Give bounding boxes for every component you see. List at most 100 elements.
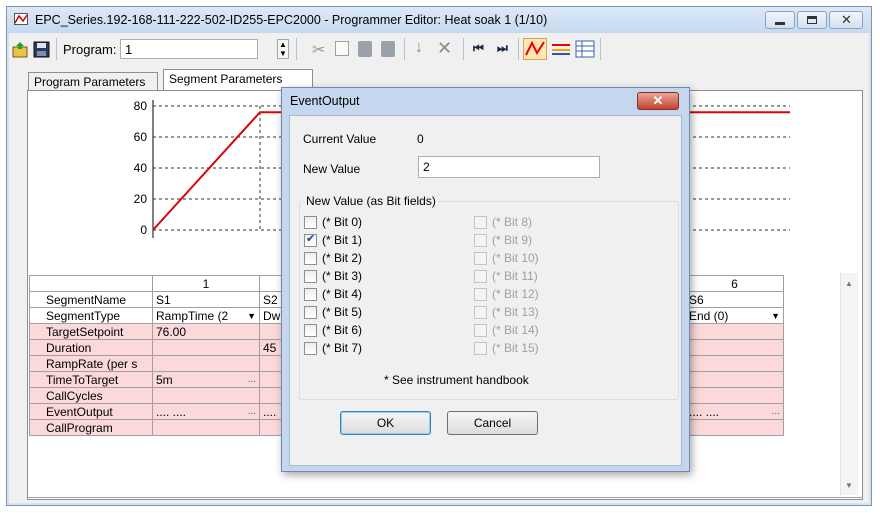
toolbar-separator [56,38,57,60]
grid-row-label: SegmentType [29,307,153,324]
grid-column-header: 6 [685,275,784,292]
chart-y-tick-label: 20 [134,192,148,206]
panel-bottom-border [27,497,863,498]
cancel-button[interactable]: Cancel [447,411,538,435]
minimize-button[interactable] [765,11,795,29]
close-icon: ✕ [841,12,852,27]
bit-checkbox-label: (* Bit 6) [322,323,363,337]
grid-row-label: TimeToTarget [29,371,153,388]
insert-segment-icon[interactable]: ↓ [415,39,423,57]
bit-checkbox-label: (* Bit 13) [492,305,539,319]
grid-row-label: SegmentName [29,291,153,308]
grid-cell-segment-6[interactable] [685,387,784,404]
ellipsis-button[interactable]: ... [772,405,780,419]
toolbar-separator [463,38,464,60]
app-chart-icon [14,13,28,25]
maximize-button[interactable] [797,11,827,29]
grid-row-label: EventOutput [29,403,153,420]
bit-checkbox-label: (* Bit 2) [322,251,363,265]
ok-button[interactable]: OK [340,411,431,435]
bit-checkbox-label: (* Bit 8) [492,215,533,229]
bit-checkbox-right [474,270,487,283]
grid-cell-segment-1[interactable]: .... ....... [152,403,260,420]
bit-checkbox-label: (* Bit 5) [322,305,363,319]
table-view-icon[interactable] [575,40,595,58]
grid-cell-segment-1[interactable]: 5m... [152,371,260,388]
grid-cell-segment-6[interactable]: .... ....... [685,403,784,420]
save-icon[interactable] [33,41,50,58]
grid-row-label: CallProgram [29,419,153,436]
bit-checkbox-left[interactable] [304,324,317,337]
dropdown-arrow-icon[interactable]: ▼ [247,309,256,323]
program-spin-button[interactable]: ▲ ▼ [277,39,289,59]
bit-checkbox-left[interactable] [304,306,317,319]
grid-cell-segment-6[interactable] [685,339,784,356]
grid-cell-segment-6[interactable] [685,355,784,372]
handbook-footnote: * See instrument handbook [384,373,529,387]
bit-checkbox-label: (* Bit 7) [322,341,363,355]
checkmark-icon: ✔ [306,233,316,245]
bit-checkbox-right [474,234,487,247]
dialog-body: Current Value 0 New Value New Value (as … [289,115,682,466]
program-label: Program: [63,42,117,57]
ellipsis-button[interactable]: ... [248,373,256,387]
toolbar-separator [296,38,297,60]
bit-checkbox-label: (* Bit 0) [322,215,363,229]
bit-checkbox-left[interactable] [304,342,317,355]
dropdown-arrow-icon[interactable]: ▼ [771,309,780,323]
last-program-icon[interactable]: ⏭ [497,41,508,56]
grid-cell-segment-1[interactable]: S1 [152,291,260,308]
grid-cell-segment-6[interactable]: End (0) ▼ [685,307,784,324]
bit-checkbox-label: (* Bit 15) [492,341,539,355]
scroll-down-arrow-icon[interactable]: ▼ [845,481,853,490]
chart-y-tick-label: 0 [140,223,147,237]
grid-cell-segment-1[interactable] [152,339,260,356]
grid-row-label: TargetSetpoint [29,323,153,340]
chart-y-tick-label: 40 [134,161,148,175]
grid-cell-segment-1[interactable]: RampTime (2 ▼ [152,307,260,324]
grid-cell-segment-1[interactable] [152,419,260,436]
paste-special-icon[interactable] [381,41,395,57]
copy-icon[interactable] [335,41,349,56]
close-button[interactable]: ✕ [829,11,863,29]
paste-icon[interactable] [358,41,372,57]
ellipsis-button[interactable]: ... [248,405,256,419]
tab-program-parameters[interactable]: Program Parameters [28,72,158,91]
legend-view-icon[interactable] [551,40,571,58]
grid-cell-segment-6[interactable]: S6 [685,291,784,308]
bit-checkbox-left[interactable] [304,288,317,301]
bit-checkbox-right [474,342,487,355]
close-icon: ✕ [652,93,664,108]
chart-view-icon[interactable] [523,38,547,60]
grid-cell-segment-6[interactable] [685,419,784,436]
toolbar-separator [518,38,519,60]
scroll-up-arrow-icon[interactable]: ▲ [845,279,853,288]
program-number-field[interactable]: 1 [120,39,258,59]
bit-checkbox-left[interactable] [304,252,317,265]
grid-cell-segment-6[interactable] [685,371,784,388]
title-bar[interactable]: EPC_Series.192-168-111-222-502-ID255-EPC… [7,7,871,33]
grid-cell-segment-6[interactable] [685,323,784,340]
chart-y-tick-label: 80 [134,99,148,113]
grid-row-label: Duration [29,339,153,356]
bit-checkbox-label: (* Bit 9) [492,233,533,247]
window-title: EPC_Series.192-168-111-222-502-ID255-EPC… [35,13,548,27]
bit-checkbox-label: (* Bit 12) [492,287,539,301]
bit-checkbox-label: (* Bit 14) [492,323,539,337]
grid-cell-segment-1[interactable]: 76.00 [152,323,260,340]
bit-checkbox-label: (* Bit 1) [322,233,363,247]
bit-checkbox-label: (* Bit 3) [322,269,363,283]
grid-cell-segment-1[interactable] [152,355,260,372]
grid-vertical-scrollbar[interactable]: ▲ ▼ [840,273,858,495]
first-program-icon[interactable]: ⏮ [473,41,484,56]
grid-cell-segment-1[interactable] [152,387,260,404]
bit-checkbox-left[interactable] [304,270,317,283]
dialog-close-button[interactable]: ✕ [637,92,679,110]
delete-segment-icon[interactable]: ✕ [437,38,452,59]
bit-checkbox-left[interactable]: ✔ [304,233,317,247]
open-folder-icon[interactable] [12,41,30,59]
bit-checkbox-left[interactable] [304,216,317,229]
event-output-dialog: EventOutput ✕ Current Value 0 New Value … [281,87,690,472]
cut-icon[interactable]: ✂ [312,40,325,60]
grid-row-label: RampRate (per s [29,355,153,372]
